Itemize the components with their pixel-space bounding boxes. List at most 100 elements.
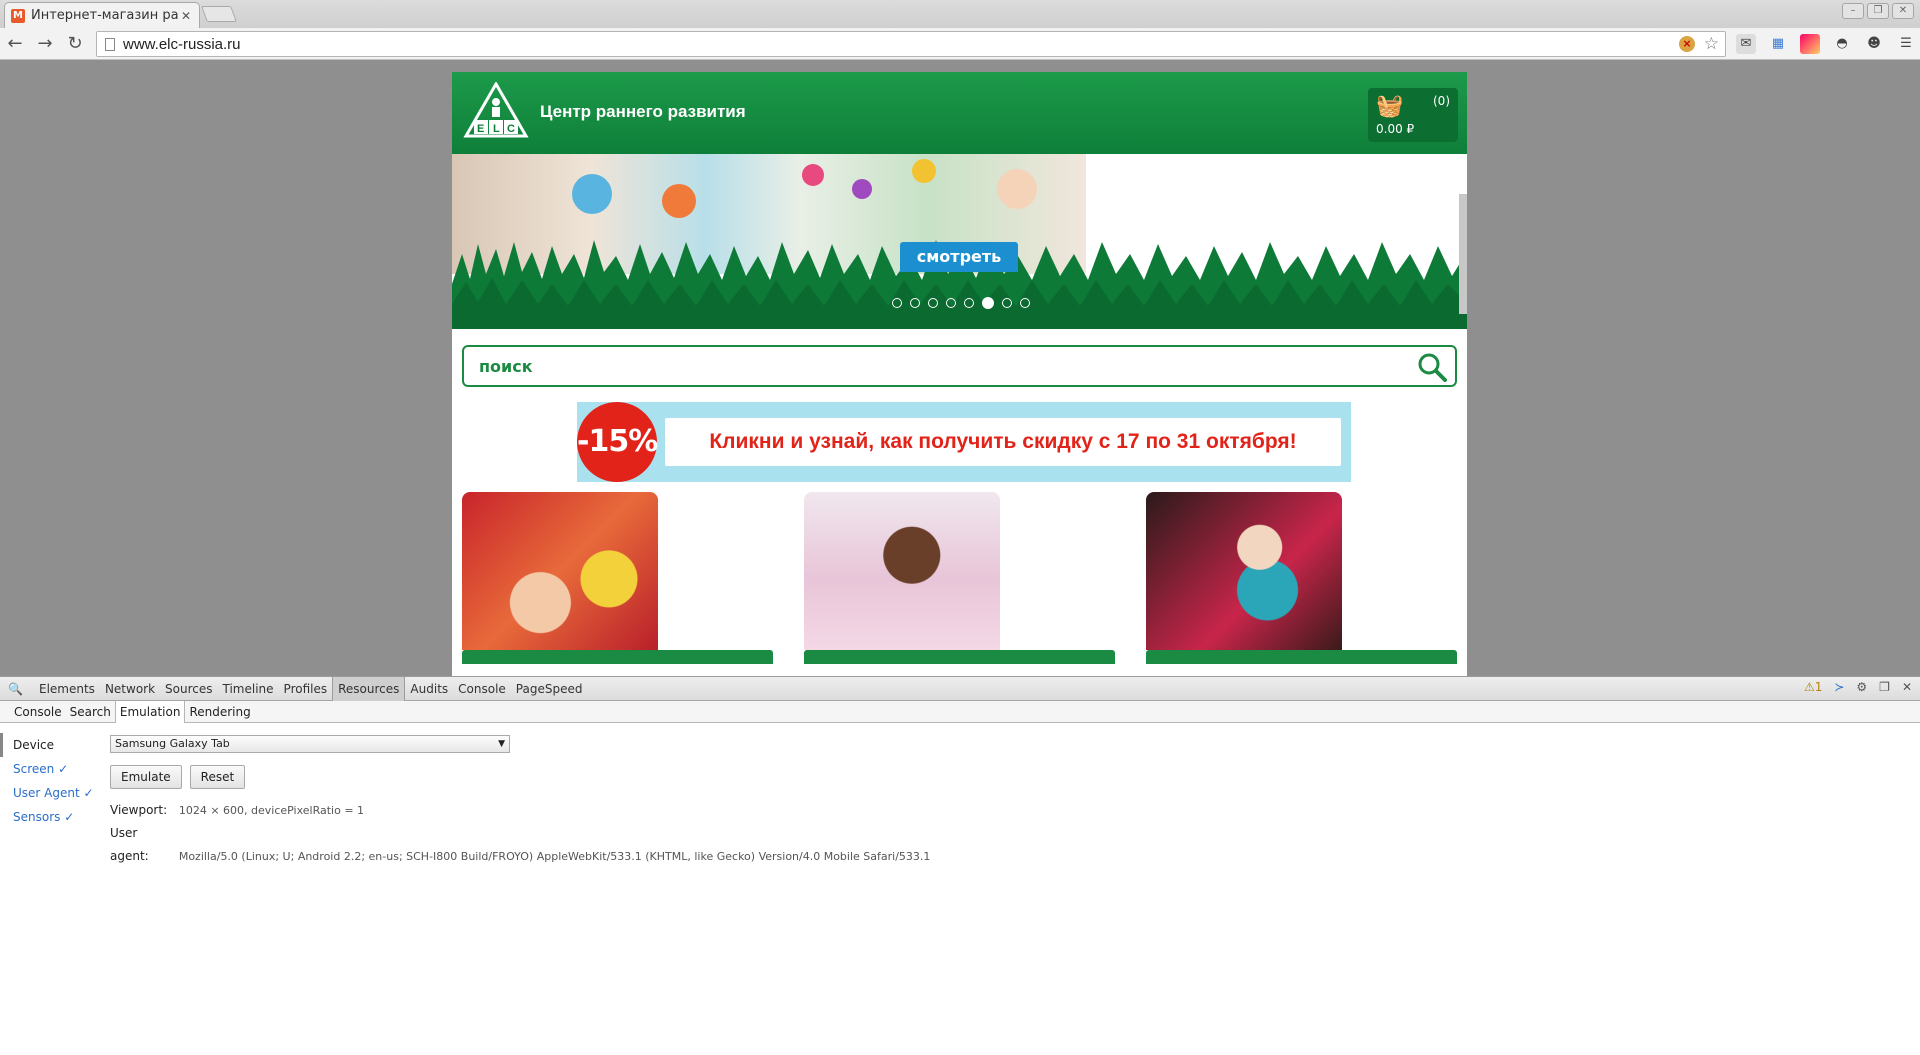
devtools-close-icon[interactable]: ✕ (1902, 680, 1912, 694)
tab-network[interactable]: Network (100, 677, 160, 701)
inspect-icon[interactable]: 🔍 (8, 682, 24, 696)
emulate-button[interactable]: Emulate (110, 765, 182, 789)
window-controls: – ❐ ✕ (1842, 3, 1914, 19)
site-header: E L C Центр раннего развития 🧺 (0) 0.00 … (452, 72, 1467, 154)
devtools-panel: 🔍 Elements Network Sources Timeline Prof… (0, 676, 1920, 1055)
scrollbar-thumb[interactable] (1459, 194, 1467, 314)
window-close-icon[interactable]: ✕ (1892, 3, 1914, 19)
tab-pagespeed[interactable]: PageSpeed (511, 677, 588, 701)
devtools-tabbar: 🔍 Elements Network Sources Timeline Prof… (0, 676, 1920, 701)
tab-sources[interactable]: Sources (160, 677, 217, 701)
search-placeholder: поиск (479, 357, 533, 376)
hero-banner[interactable]: смотреть (452, 154, 1467, 329)
tab-resources[interactable]: Resources (332, 676, 406, 701)
tab-console[interactable]: Console (453, 677, 511, 701)
drawer-tab-rendering[interactable]: Rendering (185, 701, 254, 723)
tab-profiles[interactable]: Profiles (279, 677, 333, 701)
promo-text: Кликни и узнай, как получить скидку с 17… (665, 418, 1341, 466)
user-agent-value: Mozilla/5.0 (Linux; U; Android 2.2; en-u… (178, 850, 931, 863)
discount-badge: -15% (577, 402, 658, 482)
drawer-tab-console[interactable]: Console (10, 701, 66, 723)
basket-icon: 🧺 (1376, 94, 1404, 119)
product-bar (1146, 650, 1457, 664)
carousel-dot[interactable] (1002, 298, 1012, 308)
ghost-extension-icon[interactable]: ☻ (1864, 34, 1884, 54)
tab-audits[interactable]: Audits (405, 677, 453, 701)
svg-text:C: C (507, 123, 515, 135)
product-card[interactable] (804, 492, 1115, 676)
new-tab-button[interactable] (201, 6, 237, 22)
search-icon[interactable] (1417, 352, 1447, 382)
svg-text:L: L (493, 123, 500, 135)
banner-cta-button[interactable]: смотреть (900, 242, 1018, 272)
carousel-dot[interactable] (964, 298, 974, 308)
drawer-tab-search[interactable]: Search (66, 701, 115, 723)
product-bar (804, 650, 1115, 664)
device-select[interactable]: Samsung Galaxy Tab ▼ (110, 735, 510, 753)
address-bar[interactable]: www.elc-russia.ru × ☆ (96, 31, 1726, 57)
console-drawer-icon[interactable]: ≻ (1834, 680, 1844, 694)
carousel-dot-active[interactable] (982, 297, 994, 309)
url-text: www.elc-russia.ru (123, 35, 241, 53)
settings-gear-icon[interactable]: ⚙ (1856, 680, 1867, 694)
browser-toolbar: ← → ↻ www.elc-russia.ru × ☆ ✉ ▦ ◓ ☻ ☰ (0, 28, 1920, 60)
tab-close-icon[interactable]: ✕ (179, 9, 193, 23)
viewport-row: Viewport: 1024 × 600, devicePixelRatio =… (110, 799, 930, 822)
emulation-buttons: Emulate Reset (110, 765, 930, 789)
back-icon[interactable]: ← (2, 32, 28, 56)
warning-count: 1 (1814, 680, 1823, 694)
blocked-content-icon[interactable]: × (1679, 36, 1695, 52)
carousel-dot[interactable] (1020, 298, 1030, 308)
tab-strip: M Интернет-магазин раз ✕ – ❐ ✕ (0, 0, 1920, 28)
color-extension-icon[interactable] (1800, 34, 1820, 54)
product-card[interactable] (462, 492, 773, 676)
extension-icons: ✉ ▦ ◓ ☻ ☰ (1736, 34, 1916, 54)
emulation-nav-sensors[interactable]: Sensors ✓ (0, 805, 100, 829)
drawer-tab-emulation[interactable]: Emulation (114, 700, 186, 723)
emulation-nav-screen[interactable]: Screen ✓ (0, 757, 100, 781)
chrome-menu-icon[interactable]: ☰ (1896, 34, 1916, 54)
site-search-field[interactable]: поиск (462, 345, 1457, 387)
browser-tab[interactable]: M Интернет-магазин раз ✕ (4, 2, 200, 28)
elc-logo-icon[interactable]: E L C (462, 82, 530, 140)
carousel-dot[interactable] (928, 298, 938, 308)
viewport-label: Viewport: (110, 803, 168, 817)
magento-favicon-icon: M (11, 8, 25, 23)
user-agent-row: User agent: Mozilla/5.0 (Linux; U; Andro… (110, 822, 930, 868)
reset-button[interactable]: Reset (189, 765, 246, 789)
cart-count: (0) (1433, 94, 1450, 108)
tab-timeline[interactable]: Timeline (218, 677, 279, 701)
device-select-value: Samsung Galaxy Tab (115, 737, 230, 750)
gmail-extension-icon[interactable]: ✉ (1736, 34, 1756, 54)
cart-button[interactable]: 🧺 (0) 0.00 ₽ (1368, 88, 1458, 142)
emulation-nav-device[interactable]: Device (0, 733, 100, 757)
undock-icon[interactable]: ❐ (1879, 680, 1890, 694)
devtools-controls: ⚠1 ≻ ⚙ ❐ ✕ (1804, 680, 1912, 694)
emulation-device-panel: Samsung Galaxy Tab ▼ Emulate Reset Viewp… (110, 735, 930, 868)
carousel-dots (892, 297, 1030, 309)
emulation-nav-user-agent[interactable]: User Agent ✓ (0, 781, 100, 805)
page-icon (105, 37, 115, 51)
promo-banner[interactable]: -15% Кликни и узнай, как получить скидку… (577, 402, 1351, 482)
user-agent-label: User agent: (110, 826, 149, 863)
carousel-dot[interactable] (910, 298, 920, 308)
device-info: Viewport: 1024 × 600, devicePixelRatio =… (110, 799, 930, 868)
bookmark-star-icon[interactable]: ☆ (1704, 34, 1719, 54)
warning-icon: ⚠ (1803, 680, 1815, 694)
forward-icon[interactable]: → (32, 32, 58, 56)
emulation-nav: Device Screen ✓ User Agent ✓ Sensors ✓ (0, 733, 100, 829)
svg-text:E: E (477, 123, 484, 135)
tab-elements[interactable]: Elements (34, 677, 100, 701)
product-card[interactable] (1146, 492, 1457, 676)
minimize-icon[interactable]: – (1842, 3, 1864, 19)
carousel-dot[interactable] (892, 298, 902, 308)
warning-indicator[interactable]: ⚠1 (1804, 680, 1822, 694)
cart-total: 0.00 ₽ (1376, 122, 1415, 136)
reload-icon[interactable]: ↻ (62, 32, 88, 56)
restore-icon[interactable]: ❐ (1867, 3, 1889, 19)
incognito-extension-icon[interactable]: ◓ (1832, 34, 1852, 54)
dropdown-arrow-icon: ▼ (498, 739, 505, 749)
calendar-extension-icon[interactable]: ▦ (1768, 34, 1788, 54)
emulated-viewport: E L C Центр раннего развития 🧺 (0) 0.00 … (0, 60, 1920, 676)
carousel-dot[interactable] (946, 298, 956, 308)
